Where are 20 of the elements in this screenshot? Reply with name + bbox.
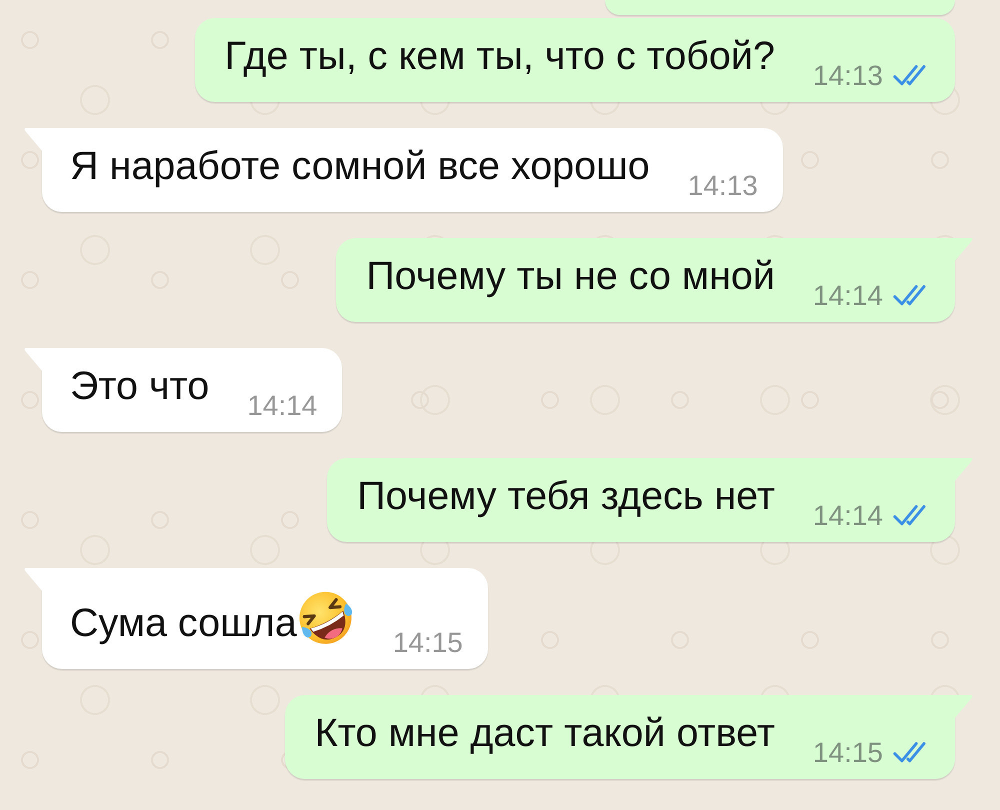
- message-time: 14:13: [812, 60, 883, 92]
- message-text: Я наработе сомной все хорошо: [70, 144, 650, 188]
- message-text: Это что: [70, 364, 210, 408]
- bubble-tail-icon: [954, 458, 973, 482]
- bubble-tail-icon: [24, 128, 43, 152]
- message-text: Почему ты не со мной: [366, 254, 775, 298]
- message-text: Кто мне даст такой ответ: [314, 711, 775, 755]
- message-time: 14:14: [812, 500, 883, 532]
- message-text: Сума сошла: [70, 601, 297, 645]
- message-time: 14:15: [812, 737, 883, 769]
- bubble-tail-icon: [954, 695, 973, 719]
- bubble-tail-icon: [24, 348, 43, 372]
- message-time: 14:14: [247, 390, 318, 422]
- message-time: 14:13: [688, 170, 758, 202]
- message-text: Почему тебя здесь нет: [357, 474, 775, 518]
- message-time: 14:15: [392, 627, 463, 659]
- bubble-tail-icon: [954, 238, 973, 262]
- bubble-tail-icon: [24, 568, 43, 592]
- message-time: 14:14: [812, 280, 883, 312]
- message-text: Где ты, с кем ты, что с тобой?: [224, 34, 775, 78]
